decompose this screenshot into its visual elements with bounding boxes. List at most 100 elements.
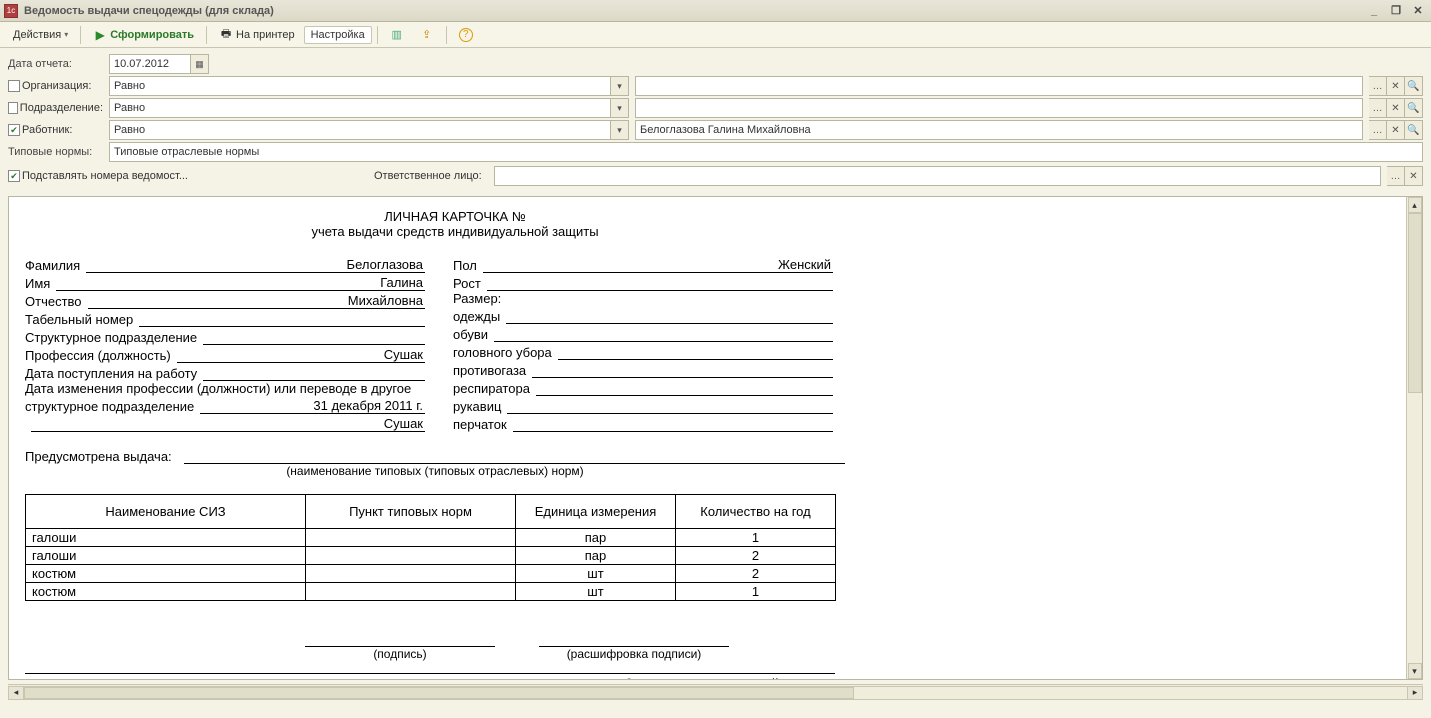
minimize-button[interactable]: _ [1365, 4, 1383, 18]
decipher-label: (расшифровка подписи) [539, 647, 729, 661]
ellipsis-button[interactable]: … [1369, 76, 1387, 96]
provided-note: (наименование типовых (типовых отраслевы… [25, 464, 845, 478]
horizontal-scrollbar[interactable]: ◂ ▸ [8, 684, 1423, 700]
sex-label: Пол [453, 258, 483, 273]
surname-label: Фамилия [25, 258, 86, 273]
scroll-left-icon[interactable]: ◂ [8, 686, 24, 700]
hat-value [558, 359, 833, 360]
profession-value: Сушак [177, 347, 425, 363]
col-point: Пункт типовых норм [306, 495, 516, 529]
name-value: Галина [56, 275, 425, 291]
ellipsis-button[interactable]: … [1369, 98, 1387, 118]
clear-button[interactable]: ✕ [1387, 98, 1405, 118]
changedate-label2: структурное подразделение [25, 399, 200, 414]
scroll-thumb[interactable] [1408, 213, 1422, 393]
report-document: ЛИЧНАЯ КАРТОЧКА № учета выдачи средств и… [9, 197, 1422, 680]
dropdown-icon[interactable]: ▾ [610, 99, 628, 117]
size-label: Размер: [453, 291, 507, 306]
dept-op-combo[interactable]: Равно ▾ [109, 98, 629, 118]
org-value-input[interactable] [635, 76, 1363, 96]
window-title: Ведомость выдачи спецодежды (для склада) [24, 5, 1365, 17]
dropdown-icon[interactable]: ▾ [610, 121, 628, 139]
scroll-down-icon[interactable]: ▾ [1408, 663, 1422, 679]
gloves-label: перчаток [453, 417, 513, 432]
mittens-label: рукавиц [453, 399, 507, 414]
scroll-thumb[interactable] [24, 687, 854, 699]
emp-checkbox[interactable]: ✔ [8, 124, 20, 136]
actions-menu[interactable]: Действия ▾ [6, 26, 75, 44]
settings-label: Настройка [311, 29, 365, 41]
org-checkbox[interactable] [8, 80, 20, 92]
table-row: костюмшт1 [26, 583, 836, 601]
toolbar: Действия ▾ ▶ Сформировать 🖶 На принтер Н… [0, 22, 1431, 48]
tabnum-value [139, 326, 425, 327]
card-title: ЛИЧНАЯ КАРТОЧКА № [285, 209, 625, 224]
dept-checkbox[interactable] [8, 102, 18, 114]
emp-op-value: Равно [114, 124, 145, 136]
height-value [487, 290, 833, 291]
patronymic-value: Михайловна [88, 293, 425, 309]
help-button[interactable]: ? [452, 25, 480, 45]
changedate-value: 31 декабря 2011 г. [200, 398, 425, 414]
ellipsis-button[interactable]: … [1369, 120, 1387, 140]
dropdown-icon: ▾ [64, 30, 68, 39]
subst-checkbox[interactable]: ✔ [8, 170, 20, 182]
form-button[interactable]: ▶ Сформировать [86, 25, 201, 45]
clear-button[interactable]: ✕ [1387, 120, 1405, 140]
card-right-column: ПолЖенский Рост Размер: одежды обуви гол… [453, 255, 833, 432]
clear-button[interactable]: ✕ [1387, 76, 1405, 96]
vertical-scrollbar[interactable]: ▴ ▾ [1406, 197, 1422, 679]
emp-value: Белоглазова Галина Михайловна [640, 124, 811, 136]
emp-value-input[interactable]: Белоглазова Галина Михайловна [635, 120, 1363, 140]
print-button[interactable]: 🖶 На принтер [212, 25, 302, 45]
table-row: галошипар1 [26, 529, 836, 547]
tool-1-button[interactable]: ▥ [383, 25, 411, 45]
dept-value-input[interactable] [635, 98, 1363, 118]
clothes-value [506, 323, 833, 324]
lookup-button[interactable]: 🔍 [1405, 120, 1423, 140]
org-label: Организация: [22, 80, 91, 92]
tabnum-label: Табельный номер [25, 312, 139, 327]
date-value: 10.07.2012 [114, 58, 169, 70]
maximize-button[interactable]: ❐ [1387, 4, 1405, 18]
resp-label: Ответственное лицо: [374, 170, 482, 182]
play-icon: ▶ [93, 28, 107, 42]
scroll-right-icon[interactable]: ▸ [1407, 686, 1423, 700]
clear-button[interactable]: ✕ [1405, 166, 1423, 186]
norms-label: Типовые нормы: [8, 146, 103, 158]
print-label: На принтер [236, 29, 295, 41]
close-button[interactable]: ✕ [1409, 4, 1427, 18]
table-row: галошипар2 [26, 547, 836, 565]
lookup-button[interactable]: 🔍 [1405, 76, 1423, 96]
calendar-icon[interactable]: ▦ [190, 55, 208, 73]
settings-button[interactable]: Настройка [304, 26, 372, 44]
emp-op-combo[interactable]: Равно ▾ [109, 120, 629, 140]
reverse-side-label: Оборотная сторона личной карточки [25, 673, 835, 680]
changedate-value2: Сушак [31, 416, 425, 432]
org-op-combo[interactable]: Равно ▾ [109, 76, 629, 96]
lookup-button[interactable]: 🔍 [1405, 98, 1423, 118]
hiredate-label: Дата поступления на работу [25, 366, 203, 381]
gasmask-value [532, 377, 833, 378]
profession-label: Профессия (должность) [25, 348, 177, 363]
report-area: ▴ ▾ ЛИЧНАЯ КАРТОЧКА № учета выдачи средс… [8, 196, 1423, 680]
actions-label: Действия [13, 29, 61, 41]
titlebar: 1c Ведомость выдачи спецодежды (для скла… [0, 0, 1431, 22]
respirator-value [536, 395, 833, 396]
ellipsis-button[interactable]: … [1387, 166, 1405, 186]
help-icon: ? [459, 28, 473, 42]
resp-input[interactable] [494, 166, 1381, 186]
date-input[interactable]: 10.07.2012 ▦ [109, 54, 209, 74]
app-icon: 1c [4, 4, 18, 18]
hat-label: головного убора [453, 345, 558, 360]
carddept-value [203, 344, 425, 345]
dropdown-icon[interactable]: ▾ [610, 77, 628, 95]
norms-input[interactable]: Типовые отраслевые нормы [109, 142, 1423, 162]
shoes-value [494, 341, 833, 342]
scroll-up-icon[interactable]: ▴ [1408, 197, 1422, 213]
surname-value: Белоглазова [86, 257, 425, 273]
sign-label: (подпись) [305, 647, 495, 661]
changedate-label1: Дата изменения профессии (должности) или… [25, 381, 417, 396]
col-qty: Количество на год [676, 495, 836, 529]
tool-2-button[interactable]: ⇪ [413, 25, 441, 45]
